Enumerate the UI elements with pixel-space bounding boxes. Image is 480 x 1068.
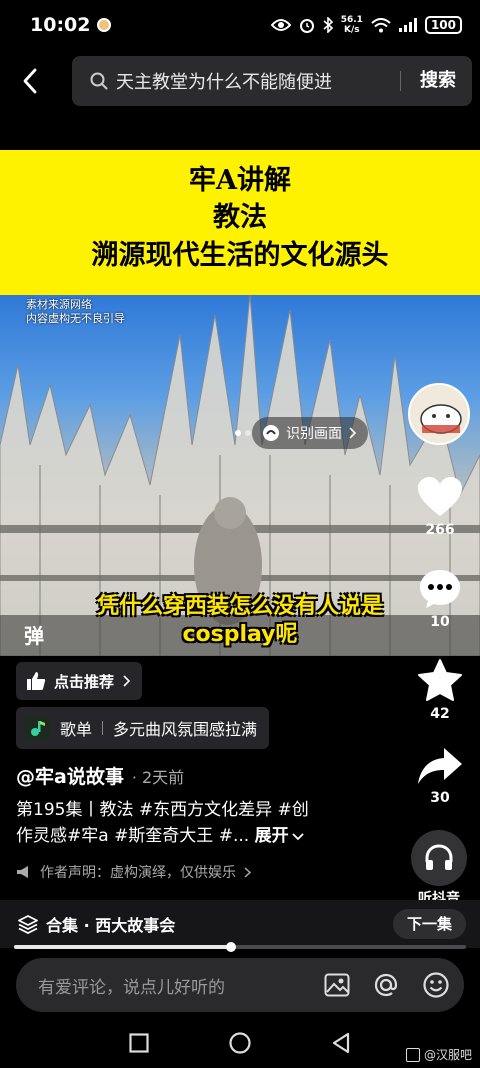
expand-button[interactable]: 展开: [255, 826, 289, 846]
image-icon[interactable]: [324, 973, 350, 997]
disclaimer-text: 作者声明：虚构演绎，仅供娱乐: [40, 865, 236, 881]
notification-dot-icon: [97, 18, 112, 32]
net-speed-value: 56.1: [340, 15, 363, 25]
net-speed-unit: K/s: [344, 25, 360, 35]
comment-action[interactable]: 10: [404, 568, 476, 630]
wifi-icon: [371, 17, 391, 32]
source-note-line-2: 内容虚构无不良引导: [26, 312, 125, 325]
cell-signal-icon: [398, 18, 417, 32]
playlist-title: 歌单: [60, 720, 93, 739]
source-note-line-1: 素材来源网络: [26, 298, 92, 311]
author-line: @牢a说故事 · 2天前: [16, 762, 184, 789]
progress-fill: [14, 945, 231, 949]
like-count: 266: [425, 522, 455, 538]
author-avatar[interactable]: [408, 383, 470, 445]
chevron-right-icon: [123, 675, 131, 687]
layers-icon: [18, 915, 38, 934]
time-ago: 2天前: [142, 768, 185, 787]
chevron-right-icon: [349, 427, 356, 439]
collection-bar[interactable]: 合集 · 西大故事会 下一集: [0, 900, 480, 948]
watermark-logo-icon: [405, 1047, 420, 1062]
home-icon[interactable]: [229, 1032, 251, 1054]
alarm-icon: [299, 19, 314, 33]
source-note: 素材来源网络 内容虚构无不良引导: [26, 298, 125, 326]
status-time: 10:02: [30, 14, 91, 36]
chip-divider: [102, 721, 104, 735]
banner-line-1: 牢A讲解: [189, 165, 291, 196]
search-button[interactable]: 搜索: [420, 56, 456, 106]
bluetooth-icon: [323, 17, 333, 33]
playlist-name: 多元曲风氛围感拉满: [113, 720, 258, 739]
video-description[interactable]: 第195集丨教法 #东西方文化差异 #创 作灵感#牢a #斯奎奇大王 #... …: [16, 797, 376, 849]
recommend-button[interactable]: 点击推荐: [16, 662, 143, 700]
comment-icon: [420, 570, 460, 608]
author-disclaimer[interactable]: 作者声明：虚构演绎，仅供娱乐: [16, 862, 251, 882]
status-bar: 10:02 56.1 K/s 100: [0, 0, 480, 50]
recommend-label: 点击推荐: [54, 672, 115, 691]
music-note-icon: [24, 715, 50, 741]
back-button[interactable]: [0, 56, 60, 106]
favorite-count: 42: [430, 706, 450, 722]
banner-line-2: 教法: [213, 202, 267, 233]
watermark: @汉服吧: [405, 1046, 472, 1063]
video-title-banner: 牢A讲解 教法 溯源现代生活的文化源头: [0, 150, 480, 295]
comment-bar[interactable]: 有爱评论，说点儿好听的: [16, 958, 464, 1012]
share-icon: [418, 748, 462, 784]
search-input[interactable]: 天主教堂为什么不能随便进 搜索: [72, 56, 472, 106]
scan-icon: [263, 425, 279, 441]
author-name[interactable]: @牢a说故事: [16, 762, 124, 789]
search-query: 天主教堂为什么不能随便进: [116, 72, 332, 93]
favorite-action[interactable]: 42: [404, 658, 476, 722]
share-count: 30: [430, 790, 450, 806]
emoji-icon[interactable]: [422, 971, 450, 999]
chevron-down-icon: [291, 833, 304, 841]
description-line-1: 第195集丨教法 #东西方文化差异 #创: [16, 800, 309, 820]
video-progress-bar[interactable]: [14, 942, 466, 952]
progress-knob[interactable]: [225, 942, 236, 952]
chevron-right-icon: [244, 866, 251, 878]
heart-icon: [418, 477, 462, 516]
back-triangle-icon[interactable]: [331, 1032, 351, 1054]
recent-apps-icon[interactable]: [129, 1033, 149, 1053]
network-speed: 56.1 K/s: [341, 15, 363, 35]
chevron-left-icon: [23, 68, 37, 94]
description-line-2: 作灵感#牢a #斯奎奇大王 #...: [16, 826, 250, 846]
listen-douyin-button[interactable]: 听抖音: [410, 830, 468, 908]
thumbs-up-icon: [27, 672, 46, 690]
carousel-dots: [235, 430, 251, 436]
star-icon: [418, 659, 462, 701]
collection-label: 合集 · 西大故事会: [46, 916, 176, 935]
megaphone-icon: [17, 866, 28, 878]
playlist-chip[interactable]: 歌单 多元曲风氛围感拉满: [16, 707, 270, 749]
status-icons: 56.1 K/s 100: [270, 15, 462, 35]
watermark-text: @汉服吧: [423, 1048, 472, 1062]
like-action[interactable]: 266: [404, 476, 476, 538]
comment-input[interactable]: 有爱评论，说点儿好听的: [38, 973, 225, 998]
share-action[interactable]: 30: [404, 746, 476, 806]
battery-icon: 100: [424, 16, 462, 34]
identify-label: 识别画面: [286, 426, 342, 442]
search-icon: [90, 72, 108, 90]
headphones-icon: [411, 830, 467, 886]
search-header: 天主教堂为什么不能随便进 搜索: [0, 56, 480, 106]
post-time: · 2天前: [131, 768, 185, 787]
comment-count: 10: [430, 614, 450, 630]
danmu-toggle-button[interactable]: 弹: [24, 620, 44, 649]
banner-line-3: 溯源现代生活的文化源头: [91, 240, 389, 271]
eye-icon: [270, 19, 291, 31]
mention-icon[interactable]: [372, 971, 400, 999]
comment-tools: [324, 971, 464, 999]
search-divider: [400, 71, 401, 91]
next-episode-button[interactable]: 下一集: [392, 909, 466, 939]
identify-scene-button[interactable]: 识别画面: [252, 417, 368, 449]
